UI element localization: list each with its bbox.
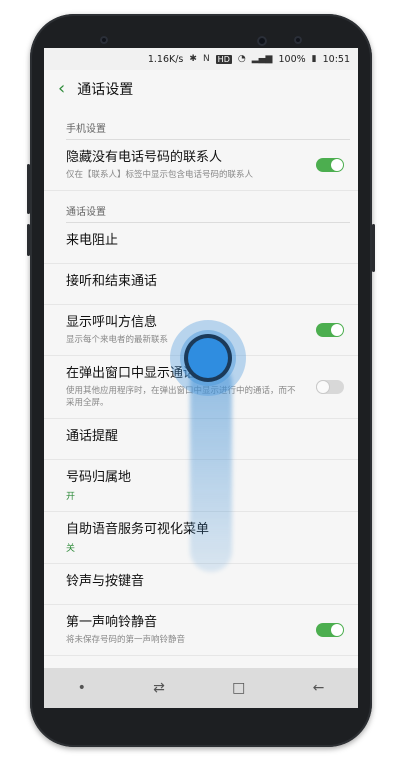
clock: 10:51 [322, 53, 350, 65]
status-bar: 1.16K/s ✱ N HD ◔ ▂▄▆ 100% ▮ 10:51 [44, 48, 358, 70]
bluetooth-icon: ✱ [189, 54, 197, 64]
title-bar: ‹ 通话设置 [44, 70, 358, 108]
battery-icon: ▮ [311, 54, 317, 64]
item-title: 通话提醒 [66, 429, 119, 444]
toggle-switch[interactable] [316, 380, 344, 394]
item-title: 接听和结束通话 [66, 274, 158, 289]
item-title: 号码归属地 [66, 470, 132, 485]
item-subtitle: 仅在【联系人】标签中显示包含电话号码的联系人 [66, 170, 254, 180]
setting-mute-first-ring[interactable]: 第一声响铃静音 将未保存号码的第一声响铃静音 [44, 605, 358, 656]
volume-button [27, 164, 30, 214]
setting-call-blocking[interactable]: 来电阻止 [44, 223, 358, 264]
iris-scanner-icon [100, 36, 108, 44]
recent-apps-icon[interactable]: ⇄ [153, 680, 165, 696]
nfc-icon: N [202, 54, 210, 64]
item-title: 铃声与按键音 [66, 574, 145, 589]
section-header-phone: 手机设置 [66, 124, 106, 135]
network-speed: 1.16K/s [147, 53, 184, 65]
setting-ringtones[interactable]: 铃声与按键音 [44, 564, 358, 605]
toggle-switch[interactable] [316, 158, 344, 172]
navigation-bar: • ⇄ □ ← [44, 668, 358, 708]
item-subtitle: 将未保存号码的第一声响铃静音 [66, 635, 186, 645]
screen: 1.16K/s ✱ N HD ◔ ▂▄▆ 100% ▮ 10:51 ‹ 通话设置… [44, 48, 358, 708]
item-value: 开 [66, 492, 76, 502]
setting-hide-no-number[interactable]: 隐藏没有电话号码的联系人 仅在【联系人】标签中显示包含电话号码的联系人 [44, 140, 358, 191]
home-icon[interactable]: □ [232, 680, 245, 696]
item-subtitle: 使用其他应用程序时，在弹出窗口中显示进行中的通话，而不采用全屏。 [66, 386, 296, 408]
section-header-call: 通话设置 [66, 207, 106, 218]
setting-answer-end-call[interactable]: 接听和结束通话 [44, 264, 358, 305]
item-title: 来电阻止 [66, 233, 119, 248]
sensor-icon [294, 36, 302, 44]
toggle-switch[interactable] [316, 323, 344, 337]
touch-indicator [188, 338, 228, 378]
signal-icon: ▂▄▆ [251, 54, 273, 64]
wifi-icon: ◔ [237, 54, 246, 64]
back-icon[interactable]: ← [313, 680, 325, 696]
nav-dot-icon[interactable]: • [78, 680, 86, 696]
bixby-button [27, 224, 30, 256]
page-title: 通话设置 [77, 82, 134, 98]
back-arrow-icon[interactable]: ‹ [58, 80, 65, 98]
item-title: 自助语音服务可视化菜单 [66, 522, 210, 537]
item-value: 关 [66, 544, 76, 554]
battery-percent: 100% [278, 53, 306, 65]
item-title: 第一声响铃静音 [66, 615, 158, 630]
power-button [372, 224, 375, 272]
toggle-switch[interactable] [316, 623, 344, 637]
item-title: 隐藏没有电话号码的联系人 [66, 150, 223, 165]
hd-badge: HD [215, 54, 232, 64]
front-camera-icon [257, 36, 267, 46]
